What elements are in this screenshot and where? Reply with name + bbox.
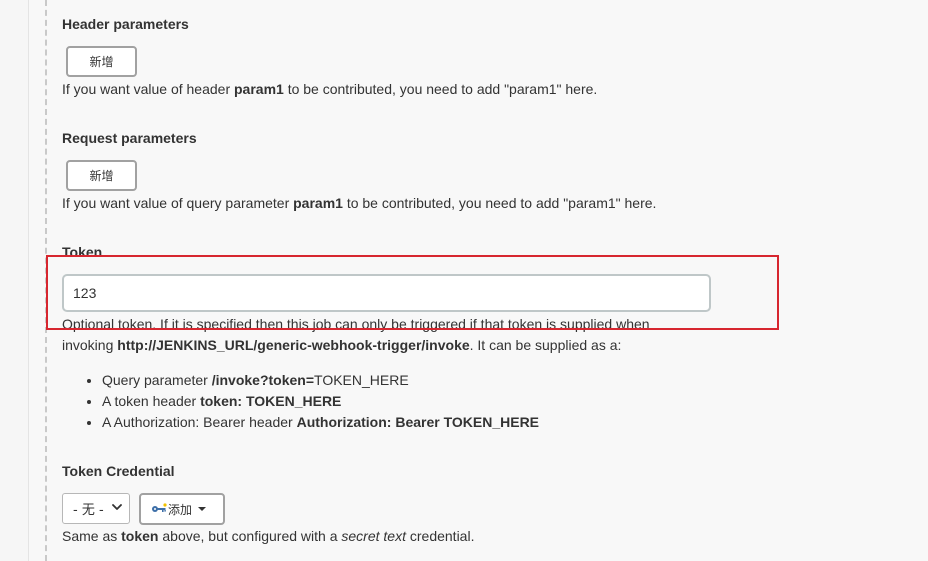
section-dashed-border [45, 0, 47, 561]
token-credential-select[interactable]: - 无 - [62, 493, 130, 524]
header-parameters-title: Header parameters [62, 16, 189, 32]
token-help-line2: invoking http://JENKINS_URL/generic-webh… [62, 337, 622, 353]
add-header-parameter-button[interactable]: 新增 [66, 46, 137, 77]
page-gutter [0, 0, 29, 561]
token-title: Token [62, 244, 103, 260]
list-item: A Authorization: Bearer header Authoriza… [102, 412, 539, 433]
add-credential-label: 添加 [168, 502, 193, 517]
token-input[interactable] [62, 274, 711, 312]
request-parameters-title: Request parameters [62, 130, 197, 146]
token-credential-selected-value: - 无 - [73, 503, 104, 518]
list-item: A token header token: TOKEN_HERE [102, 391, 539, 412]
token-credential-help: Same as token above, but configured with… [62, 528, 475, 544]
request-parameters-help: If you want value of query parameter par… [62, 195, 657, 211]
add-request-parameter-button[interactable]: 新增 [66, 160, 137, 191]
caret-down-icon [198, 507, 207, 511]
chevron-down-icon [112, 504, 122, 510]
list-item: Query parameter /invoke?token=TOKEN_HERE [102, 370, 539, 391]
add-credential-button[interactable]: 添加 [139, 493, 225, 525]
token-credential-title: Token Credential [62, 463, 175, 479]
key-icon [152, 503, 167, 512]
header-parameters-help: If you want value of header param1 to be… [62, 81, 598, 97]
token-usage-list: Query parameter /invoke?token=TOKEN_HERE… [62, 370, 539, 433]
token-help-line1: Optional token. If it is specified then … [62, 316, 650, 332]
